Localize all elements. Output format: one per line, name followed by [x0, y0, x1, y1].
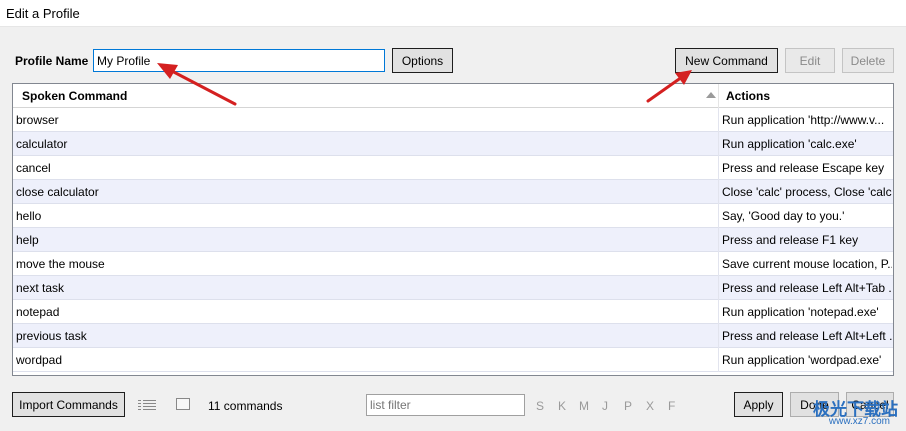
window-title: Edit a Profile	[6, 6, 80, 21]
table-row[interactable]: close calculator Close 'calc' process, C…	[13, 180, 893, 204]
row-action: Press and release Left Alt+Tab ...	[722, 281, 892, 295]
watermark-url: www.xz7.com	[828, 416, 890, 427]
table-row[interactable]: cancel Press and release Escape key	[13, 156, 893, 180]
row-action: Run application 'calc.exe'	[722, 137, 857, 151]
row-action: Save current mouse location, P...	[722, 257, 892, 271]
cell-divider	[718, 132, 719, 156]
table-row[interactable]: move the mouse Save current mouse locati…	[13, 252, 893, 276]
cell-divider	[718, 348, 719, 372]
square-icon[interactable]	[176, 398, 190, 410]
watermark-logo: 极光下载站 www.xz7.com	[778, 395, 898, 429]
table-row[interactable]: browser Run application 'http://www.v...	[13, 108, 893, 132]
apply-button[interactable]: Apply	[734, 392, 783, 417]
row-command: cancel	[16, 161, 51, 175]
sort-ascending-icon	[706, 92, 716, 98]
delete-button[interactable]: Delete	[842, 48, 894, 73]
row-command: hello	[16, 209, 42, 223]
row-command: browser	[16, 113, 59, 127]
row-command: calculator	[16, 137, 68, 151]
row-action: Press and release Left Alt+Left ...	[722, 329, 892, 343]
table-row[interactable]: notepad Run application 'notepad.exe'	[13, 300, 893, 324]
filter-letter-s[interactable]: S	[536, 399, 544, 413]
row-command: wordpad	[16, 353, 63, 367]
column-header-actions[interactable]: Actions	[726, 84, 770, 107]
cell-divider	[718, 252, 719, 276]
cell-divider	[718, 300, 719, 324]
new-command-button[interactable]: New Command	[675, 48, 778, 73]
table-row[interactable]: hello Say, 'Good day to you.'	[13, 204, 893, 228]
row-action: Run application 'http://www.v...	[722, 113, 885, 127]
cell-divider	[718, 276, 719, 300]
list-filter-input[interactable]	[366, 394, 525, 416]
command-count: 11 commands	[208, 399, 283, 413]
cell-divider	[718, 156, 719, 180]
table-row[interactable]: next task Press and release Left Alt+Tab…	[13, 276, 893, 300]
row-action: Run application 'notepad.exe'	[722, 305, 879, 319]
row-command: notepad	[16, 305, 60, 319]
row-command: previous task	[16, 329, 87, 343]
list-icon[interactable]	[138, 399, 156, 411]
cell-divider	[718, 204, 719, 228]
import-commands-button[interactable]: Import Commands	[12, 392, 125, 417]
row-action: Press and release F1 key	[722, 233, 859, 247]
row-command: close calculator	[16, 185, 99, 199]
row-command: move the mouse	[16, 257, 105, 271]
edit-button[interactable]: Edit	[785, 48, 835, 73]
row-action: Close 'calc' process, Close 'calc...	[722, 185, 892, 199]
profile-name-label: Profile Name	[15, 54, 89, 68]
row-action: Say, 'Good day to you.'	[722, 209, 845, 223]
row-action: Run application 'wordpad.exe'	[722, 353, 882, 367]
filter-letter-m[interactable]: M	[579, 399, 589, 413]
cell-divider	[718, 228, 719, 252]
column-divider[interactable]	[718, 84, 719, 108]
cell-divider	[718, 180, 719, 204]
table-row[interactable]: calculator Run application 'calc.exe'	[13, 132, 893, 156]
cell-divider	[718, 324, 719, 348]
table-row[interactable]: help Press and release F1 key	[13, 228, 893, 252]
filter-letter-k[interactable]: K	[558, 399, 566, 413]
title-bar: Edit a Profile	[0, 0, 906, 27]
row-command: help	[16, 233, 39, 247]
options-button[interactable]: Options	[392, 48, 453, 73]
profile-name-input[interactable]	[93, 49, 385, 72]
row-action: Press and release Escape key	[722, 161, 885, 175]
table-row[interactable]: previous task Press and release Left Alt…	[13, 324, 893, 348]
filter-letter-p[interactable]: P	[624, 399, 632, 413]
column-header-spoken-command[interactable]: Spoken Command	[22, 84, 127, 107]
commands-table: Spoken Command Actions browser Run appli…	[12, 83, 894, 376]
cell-divider	[718, 108, 719, 132]
filter-letter-j[interactable]: J	[602, 399, 608, 413]
table-header: Spoken Command Actions	[13, 84, 893, 108]
filter-letter-x[interactable]: X	[646, 399, 654, 413]
row-command: next task	[16, 281, 65, 295]
table-row[interactable]: wordpad Run application 'wordpad.exe'	[13, 348, 893, 372]
filter-letter-f[interactable]: F	[668, 399, 675, 413]
